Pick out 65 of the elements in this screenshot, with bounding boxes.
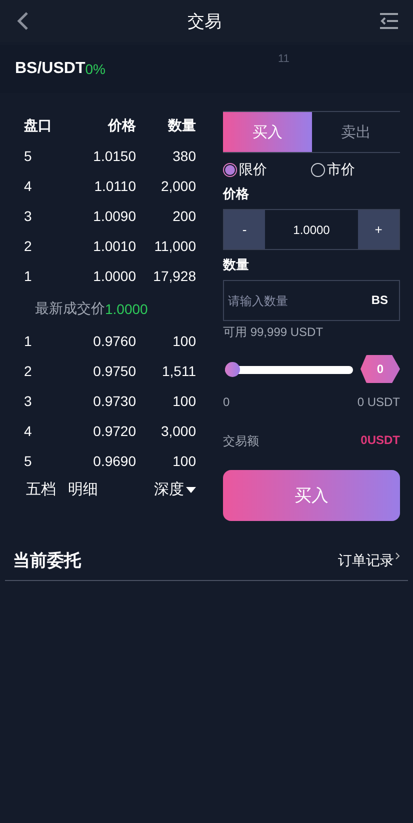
total-label: 交易额 bbox=[223, 433, 259, 450]
increase-button[interactable]: + bbox=[358, 210, 399, 249]
order-type-radio[interactable]: 限价 bbox=[223, 161, 311, 179]
faint-label: 11 bbox=[278, 53, 290, 65]
price-cell-text: 1.0150 bbox=[92, 148, 136, 164]
slider-min: 0 bbox=[223, 395, 230, 409]
level-cell-text: 5 bbox=[24, 453, 33, 469]
book-tab[interactable]: 明细 bbox=[68, 480, 98, 499]
price-cell-text: 0.9720 bbox=[92, 423, 136, 439]
latest-price-label: 最新成交价 bbox=[35, 300, 105, 318]
order-type-radio[interactable]: 市价 bbox=[311, 161, 399, 179]
price-cell-text: 0.9750 bbox=[92, 363, 136, 379]
price-label: 价格 bbox=[223, 185, 250, 203]
price-cell-text: 0.9690 bbox=[92, 453, 136, 469]
price-cell-text: 1.0110 bbox=[93, 178, 136, 194]
column-header: 数量 bbox=[166, 117, 196, 135]
level-cell-text: 1 bbox=[24, 333, 33, 349]
menu-icon[interactable] bbox=[379, 12, 399, 30]
book-tab[interactable]: 五档 bbox=[26, 480, 56, 499]
amount-cell-text: 100 bbox=[172, 393, 196, 409]
amount-cell-text: 200 bbox=[172, 208, 196, 224]
slider-thumb[interactable] bbox=[225, 362, 240, 376]
total-value: 0USDT bbox=[360, 433, 400, 449]
slider-max: 0 USDT bbox=[357, 395, 400, 409]
level-cell-text: 1 bbox=[24, 268, 33, 284]
page-title: 交易 bbox=[188, 10, 222, 32]
amount-cell-text: 2,000 bbox=[160, 178, 196, 194]
column-header: 盘口 bbox=[24, 117, 53, 135]
depth-dropdown[interactable]: 深度 bbox=[154, 480, 196, 499]
amount-cell-text: 380 bbox=[172, 148, 196, 164]
back-icon[interactable] bbox=[16, 11, 30, 31]
amount-cell-text: 1,511 bbox=[161, 363, 196, 379]
amount-cell-text: 11,000 bbox=[153, 238, 196, 254]
amount-cell-text: 3,000 bbox=[160, 423, 196, 439]
price-cell-text: 1.0000 bbox=[92, 268, 136, 284]
section-title: 当前委托 bbox=[13, 550, 81, 572]
level-cell-text: 2 bbox=[24, 363, 33, 379]
amount-cell-text: 100 bbox=[172, 453, 196, 469]
price-cell-text: 1.0090 bbox=[92, 208, 136, 224]
level-cell-text: 3 bbox=[24, 208, 33, 224]
trade-tab[interactable]: 卖出 bbox=[312, 112, 400, 152]
amount-cell-text: 17,928 bbox=[152, 268, 196, 284]
column-header: 价格 bbox=[106, 117, 136, 135]
level-cell-text: 4 bbox=[24, 178, 33, 194]
slider[interactable] bbox=[225, 362, 354, 376]
unit-label: BS bbox=[371, 293, 388, 307]
level-cell-text: 2 bbox=[24, 238, 33, 254]
chevron-icon bbox=[395, 552, 400, 560]
latest-price: 1.0000 bbox=[105, 300, 148, 316]
slider-value: 0 bbox=[360, 355, 400, 383]
decrease-button[interactable]: - bbox=[224, 210, 265, 249]
amount-cell-text: 100 bbox=[172, 333, 196, 349]
amount-label: 数量 bbox=[223, 256, 250, 274]
available-balance: 可用 99,999 USDT bbox=[223, 324, 324, 341]
price-cell-text: 0.9730 bbox=[92, 393, 136, 409]
price-cell-text: 1.0010 bbox=[92, 238, 136, 254]
level-cell-text: 4 bbox=[24, 423, 33, 439]
price-value: 1.0000 bbox=[292, 222, 331, 238]
price-cell-text: 0.9760 bbox=[92, 333, 136, 349]
caret-icon bbox=[186, 486, 196, 492]
order-history-link[interactable]: 订单记录 bbox=[338, 552, 400, 570]
change-percent: 0% bbox=[85, 61, 106, 77]
level-cell-text: 5 bbox=[24, 148, 33, 164]
pair-symbol: BS/USDT bbox=[15, 60, 86, 78]
level-cell-text: 3 bbox=[24, 393, 33, 409]
